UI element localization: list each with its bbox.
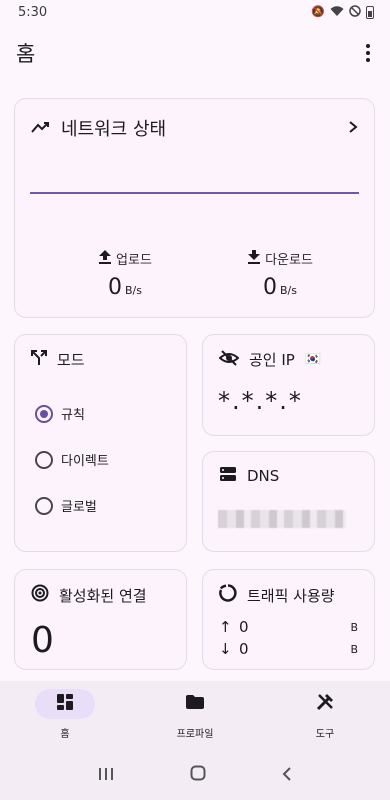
mode-option-direct[interactable]: 다이렉트	[35, 450, 109, 469]
mode-card: 모드 규칙 다이렉트 글로벌	[14, 334, 187, 552]
traffic-download-unit: B	[350, 642, 358, 656]
radio-button-checked[interactable]	[35, 404, 53, 423]
public-ip-title: 공인 IP	[249, 351, 295, 369]
back-button[interactable]	[282, 765, 292, 786]
dns-icon	[219, 466, 237, 486]
more-vert-icon	[366, 44, 370, 48]
visibility-off-icon	[218, 349, 240, 370]
traffic-usage-title: 트래픽 사용량	[247, 586, 335, 605]
traffic-download-row: ↓ 0 B	[219, 640, 358, 658]
wifi-icon	[330, 5, 344, 20]
nav-label-tools: 도구	[315, 729, 335, 740]
dashboard-icon	[56, 693, 74, 715]
mode-option-label: 다이렉트	[61, 454, 109, 469]
arrow-down-icon: ↓	[219, 640, 232, 658]
mode-title: 모드	[57, 351, 85, 369]
nav-item-home[interactable]: 홈	[10, 689, 120, 740]
download-unit: B/s	[280, 284, 297, 297]
traffic-upload-row: ↑ 0 B	[219, 618, 358, 636]
flag-icon: 🇰🇷	[304, 352, 322, 367]
radio-button[interactable]	[35, 496, 53, 515]
upload-unit: B/s	[125, 284, 142, 297]
nav-label-home: 홈	[60, 729, 70, 740]
upload-value: 0	[108, 275, 122, 300]
status-icons: 🔕	[311, 4, 374, 20]
network-status-header[interactable]: 네트워크 상태	[31, 115, 358, 141]
radio-button[interactable]	[35, 450, 53, 469]
download-label: 다운로드	[265, 253, 313, 268]
folder-icon	[185, 694, 205, 714]
mode-option-rule[interactable]: 규칙	[35, 404, 85, 423]
public-ip-value: *.*.*.*	[218, 387, 303, 415]
public-ip-card[interactable]: 공인 IP 🇰🇷 *.*.*.*	[202, 334, 375, 436]
network-speed-graph	[30, 192, 359, 194]
app-bar: 홈	[0, 30, 390, 76]
bottom-navigation: 홈 프로파일 도구	[0, 681, 390, 751]
traffic-upload-unit: B	[350, 620, 358, 634]
target-icon	[31, 584, 49, 606]
nav-item-tools[interactable]: 도구	[270, 689, 380, 740]
network-status-card[interactable]: 네트워크 상태 업로드 0 B/s 다운로드 0 B/s	[14, 98, 375, 318]
home-button[interactable]	[190, 765, 206, 786]
arrow-up-icon: ↑	[219, 618, 232, 636]
dns-card[interactable]: DNS	[202, 451, 375, 552]
nav-item-profiles[interactable]: 프로파일	[140, 689, 250, 740]
mode-option-label: 규칙	[61, 408, 85, 423]
upload-speed: 업로드 0 B/s	[55, 249, 195, 300]
dns-title: DNS	[247, 467, 280, 485]
mode-option-label: 글로벌	[61, 500, 97, 515]
more-options-button[interactable]	[362, 40, 374, 66]
recent-apps-button[interactable]	[98, 765, 114, 786]
trending-icon	[31, 119, 51, 138]
traffic-download-value: 0	[239, 640, 249, 658]
network-status-title: 네트워크 상태	[61, 119, 167, 140]
system-navigation-bar	[0, 751, 390, 800]
data-usage-icon	[219, 584, 237, 606]
traffic-usage-card[interactable]: 트래픽 사용량 ↑ 0 B ↓ 0 B	[202, 569, 375, 670]
status-bar: 5:30 🔕	[0, 0, 390, 24]
upload-label: 업로드	[116, 253, 152, 268]
nav-label-profiles: 프로파일	[176, 729, 214, 740]
status-time: 5:30	[18, 4, 48, 20]
dns-value-redacted	[218, 510, 346, 528]
traffic-upload-value: 0	[239, 618, 249, 636]
active-connections-card[interactable]: 활성화된 연결 0	[14, 569, 187, 670]
battery-icon	[366, 5, 374, 19]
mode-option-global[interactable]: 글로벌	[35, 496, 97, 515]
active-connections-value: 0	[31, 620, 54, 661]
mute-icon: 🔕	[311, 5, 325, 18]
download-speed: 다운로드 0 B/s	[210, 249, 350, 300]
download-icon	[247, 249, 261, 268]
page-title: 홈	[16, 42, 36, 66]
tools-icon	[315, 692, 335, 716]
upload-icon	[98, 249, 112, 268]
download-value: 0	[263, 275, 277, 300]
active-connections-title: 활성화된 연결	[59, 586, 147, 605]
dnd-icon	[349, 4, 361, 20]
call-split-icon	[31, 349, 47, 370]
chevron-right-icon[interactable]	[348, 119, 358, 138]
